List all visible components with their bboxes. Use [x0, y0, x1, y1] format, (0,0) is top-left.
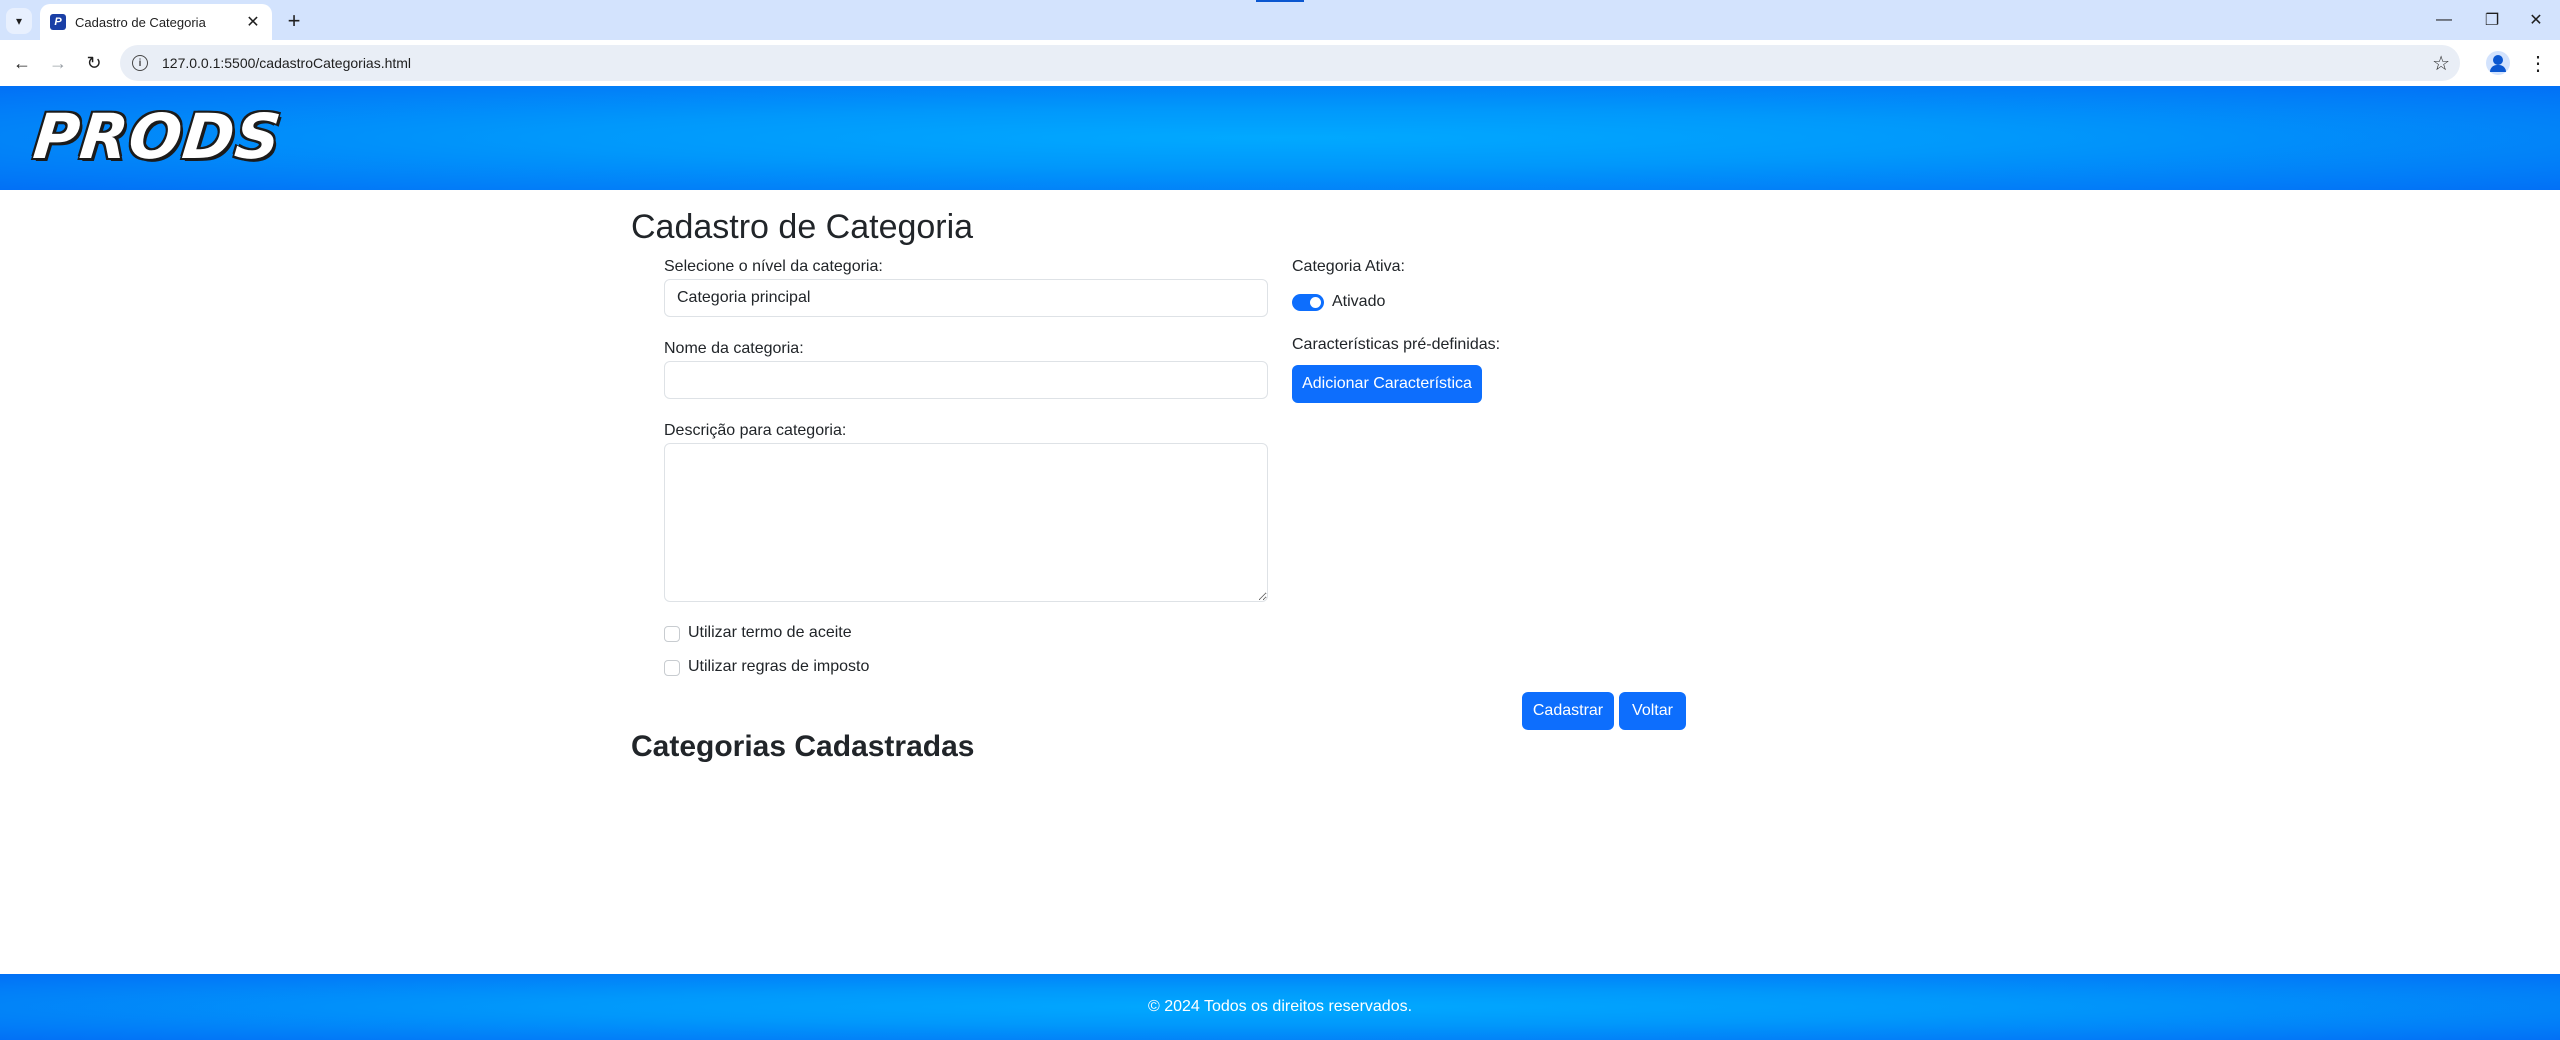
- category-level-select[interactable]: Categoria principal: [664, 279, 1268, 317]
- features-label: Características pré-definidas:: [1292, 336, 1501, 353]
- name-label: Nome da categoria:: [664, 340, 804, 357]
- tax-checkbox[interactable]: [664, 660, 680, 676]
- add-feature-button[interactable]: Adicionar Característica: [1292, 365, 1482, 403]
- level-label: Selecione o nível da categoria:: [664, 258, 883, 275]
- category-name-input[interactable]: [664, 361, 1268, 399]
- window-close-icon[interactable]: ✕: [2512, 0, 2560, 40]
- minimize-icon[interactable]: —: [2420, 0, 2468, 40]
- active-state-label[interactable]: Ativado: [1332, 293, 1385, 311]
- page-title: Cadastro de Categoria: [631, 208, 974, 246]
- browser-menu-icon[interactable]: ⋮: [2528, 49, 2548, 77]
- tab-title: Cadastro de Categoria: [75, 14, 206, 30]
- active-toggle-switch[interactable]: [1292, 294, 1324, 311]
- site-footer: © 2024 Todos os direitos reservados.: [0, 974, 2560, 1040]
- tax-checkbox-label[interactable]: Utilizar regras de imposto: [688, 658, 869, 676]
- copyright-text: © 2024 Todos os direitos reservados.: [1147, 998, 1413, 1015]
- profile-icon[interactable]: [2486, 51, 2510, 75]
- back-button[interactable]: Voltar: [1619, 692, 1686, 730]
- tab-close-icon[interactable]: ✕: [244, 12, 262, 32]
- tab-search-icon[interactable]: ▾: [6, 8, 32, 34]
- back-icon[interactable]: ←: [8, 49, 36, 77]
- tab-drag-indicator: [1256, 0, 1304, 2]
- new-tab-icon[interactable]: +: [280, 7, 308, 35]
- active-label: Categoria Ativa:: [1292, 258, 1405, 275]
- browser-tab-bar: ▾ P Cadastro de Categoria ✕ + — ❐ ✕: [0, 0, 2560, 40]
- url-text[interactable]: 127.0.0.1:5500/cadastroCategorias.html: [162, 55, 411, 71]
- forward-icon[interactable]: →: [44, 49, 72, 77]
- site-info-icon[interactable]: i: [132, 55, 148, 71]
- terms-checkbox[interactable]: [664, 626, 680, 642]
- description-label: Descrição para categoria:: [664, 422, 847, 439]
- category-level-value: Categoria principal: [677, 289, 811, 306]
- reload-icon[interactable]: ↻: [80, 49, 108, 77]
- prods-logo[interactable]: PRODS: [30, 100, 285, 173]
- browser-tab[interactable]: P Cadastro de Categoria ✕: [40, 4, 272, 40]
- site-header: PRODS: [0, 86, 2560, 190]
- terms-checkbox-label[interactable]: Utilizar termo de aceite: [688, 624, 852, 642]
- bookmark-star-icon[interactable]: ☆: [2432, 51, 2450, 76]
- address-bar[interactable]: i 127.0.0.1:5500/cadastroCategorias.html…: [120, 45, 2460, 81]
- registered-categories-title: Categorias Cadastradas: [631, 730, 975, 763]
- restore-icon[interactable]: ❐: [2468, 0, 2516, 40]
- category-description-textarea[interactable]: [664, 443, 1268, 602]
- favicon-icon: P: [50, 14, 66, 30]
- browser-toolbar: ← → ↻ i 127.0.0.1:5500/cadastroCategoria…: [0, 40, 2560, 86]
- submit-button[interactable]: Cadastrar: [1522, 692, 1614, 730]
